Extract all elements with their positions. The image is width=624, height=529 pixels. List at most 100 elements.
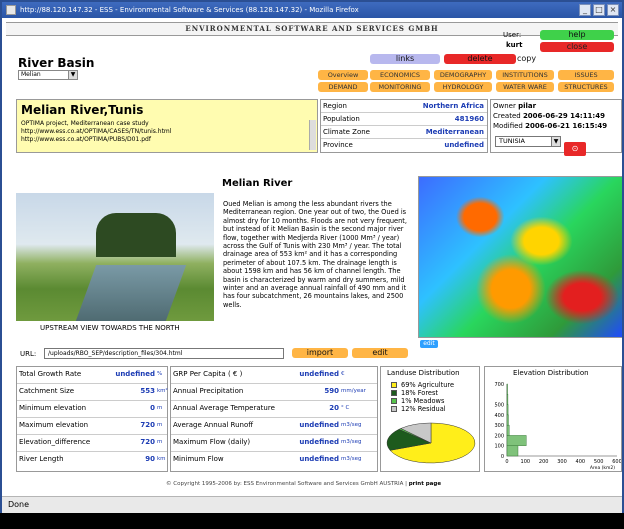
stat-value: 553 — [140, 387, 155, 395]
nav-tab[interactable]: INSTITUTIONS — [496, 70, 554, 80]
minimize-icon[interactable]: _ — [579, 4, 591, 16]
stat-value: 20 — [329, 404, 339, 412]
x-tick-label: 0 — [505, 459, 508, 465]
scrollbar[interactable] — [309, 120, 316, 150]
desc-link[interactable]: http://www.ess.co.at/OPTIMA/PUBS/D01.pdf — [21, 136, 313, 144]
y-tick-label: 200 — [494, 433, 504, 439]
stat-value: undefined — [299, 421, 339, 429]
elevation-bar — [506, 445, 519, 457]
x-tick-label: 300 — [557, 459, 567, 465]
legend-label: 18% Forest — [401, 389, 438, 397]
x-tick-label: 500 — [594, 459, 604, 465]
stat-value: undefined — [299, 455, 339, 463]
stat-value: undefined — [299, 438, 339, 446]
stat-label: Minimum elevation — [19, 404, 87, 412]
chevron-down-icon: ▼ — [68, 71, 77, 79]
map-edit-button[interactable]: edit — [420, 340, 438, 348]
stat-label: Average Annual Runoff — [173, 421, 254, 429]
delete-button[interactable]: delete — [444, 54, 516, 64]
close-window-icon[interactable]: × — [607, 4, 619, 16]
elevation-chart: Elevation Distribution 700 500 400 300 200 10… — [484, 366, 622, 472]
photo-caption: UPSTREAM VIEW TOWARDS THE NORTH — [40, 324, 180, 332]
stat-unit: € — [341, 371, 345, 377]
desc-link[interactable]: http://www.ess.co.at/OPTIMA/CASES/TN/tun… — [21, 128, 313, 136]
stat-unit: m — [157, 405, 163, 411]
nav-tab[interactable]: MONITORING — [370, 82, 430, 92]
help-button[interactable]: help — [540, 30, 614, 40]
elevation-bar — [506, 394, 509, 405]
stat-label: River Length — [19, 455, 64, 463]
browser-window: http://88.120.147.32 - ESS - Environment… — [0, 0, 624, 513]
stat-label: Annual Precipitation — [173, 387, 244, 395]
stat-value: 590 — [324, 387, 339, 395]
nav-tab[interactable]: HYDROLOGY — [434, 82, 492, 92]
created-value: 2006-06-29 14:11:49 — [522, 112, 605, 120]
footer-text: © Copyright 1995-2006 by: ESS Environmen… — [166, 481, 404, 487]
meta-panel: Owner pilar Created 2006-06-29 14:11:49 … — [490, 99, 622, 153]
nav-tab[interactable]: ISSUES — [558, 70, 614, 80]
close-button[interactable]: close — [540, 42, 614, 52]
stat-label: Minimum Flow — [173, 455, 224, 463]
info-value: undefined — [444, 141, 484, 149]
info-label: Climate Zone — [323, 128, 370, 136]
url-input[interactable]: /uploads/RBO_SEP/description_files/304.h… — [44, 348, 284, 359]
x-tick-label: 200 — [539, 459, 549, 465]
stat-label: Total Growth Rate — [19, 370, 82, 378]
nav-tab[interactable]: DEMAND — [318, 82, 368, 92]
owner-value: pilar — [518, 102, 537, 110]
basin-info-panel: Region Northern Africa Population 481960… — [320, 99, 488, 153]
stat-value: 720 — [140, 421, 155, 429]
stat-unit: % — [157, 371, 163, 377]
elevation-bar — [506, 424, 510, 436]
modified-label: Modified — [493, 122, 523, 130]
url-label: URL: — [20, 350, 37, 358]
stat-unit: m3/seg — [341, 439, 362, 445]
import-button[interactable]: import — [292, 348, 348, 358]
page-content: ENVIRONMENTAL SOFTWARE AND SERVICES GMBH… — [2, 18, 622, 496]
stat-label: Catchment Size — [19, 387, 75, 395]
maximize-icon[interactable]: □ — [593, 4, 605, 16]
region-map[interactable] — [418, 176, 622, 338]
chevron-down-icon: ▼ — [551, 137, 560, 146]
legend-label: 12% Residual — [401, 405, 446, 413]
river-photo — [16, 193, 214, 321]
record-icon[interactable]: ⊙ — [564, 142, 586, 156]
stat-unit: m — [157, 422, 163, 428]
description-title: Melian River — [222, 178, 293, 189]
app-icon — [6, 5, 16, 15]
edit-button[interactable]: edit — [352, 348, 408, 358]
elevation-bar — [506, 414, 509, 426]
legend-swatch — [391, 398, 397, 404]
nav-tab[interactable]: STRUCTURES — [558, 82, 614, 92]
info-value: Mediterranean — [425, 128, 484, 136]
nav-tab[interactable]: Overview — [318, 70, 368, 80]
info-value: 481960 — [454, 115, 484, 123]
elevation-bar — [506, 404, 509, 416]
info-value: Northern Africa — [422, 102, 484, 110]
basin-name: Melian River,Tunis — [21, 103, 144, 117]
country-select[interactable]: TUNISIA ▼ — [495, 136, 561, 147]
links-button[interactable]: links — [370, 54, 440, 64]
basin-header-panel: Melian River,Tunis OPTIMA project, Medit… — [16, 99, 318, 153]
stat-value: 0 — [150, 404, 155, 412]
legend-item: 69% Agriculture — [391, 381, 454, 389]
nav-tab[interactable]: ECONOMICS — [370, 70, 430, 80]
country-select-value: TUNISIA — [499, 137, 525, 145]
desc-line: OPTIMA project, Mediterranean case study — [21, 120, 149, 127]
stat-label: Elevation_difference — [19, 438, 91, 446]
elevation-bar — [506, 383, 508, 395]
y-tick-label: 500 — [494, 403, 504, 409]
basin-select[interactable]: Melian ▼ — [18, 70, 78, 80]
landuse-pie — [386, 422, 476, 464]
stat-label: Maximum Flow (daily) — [173, 438, 251, 446]
stat-unit: ° C — [341, 405, 350, 411]
user-label: User: — [503, 31, 522, 39]
print-link[interactable]: print page — [409, 481, 441, 487]
stat-value: 720 — [140, 438, 155, 446]
legend-item: 1% Meadows — [391, 397, 444, 405]
stat-value: undefined — [115, 370, 155, 378]
nav-tab[interactable]: DEMOGRAPHY — [434, 70, 492, 80]
stat-unit: m3/seg — [341, 422, 362, 428]
stat-value: undefined — [299, 370, 339, 378]
nav-tab[interactable]: WATER WARE — [496, 82, 554, 92]
